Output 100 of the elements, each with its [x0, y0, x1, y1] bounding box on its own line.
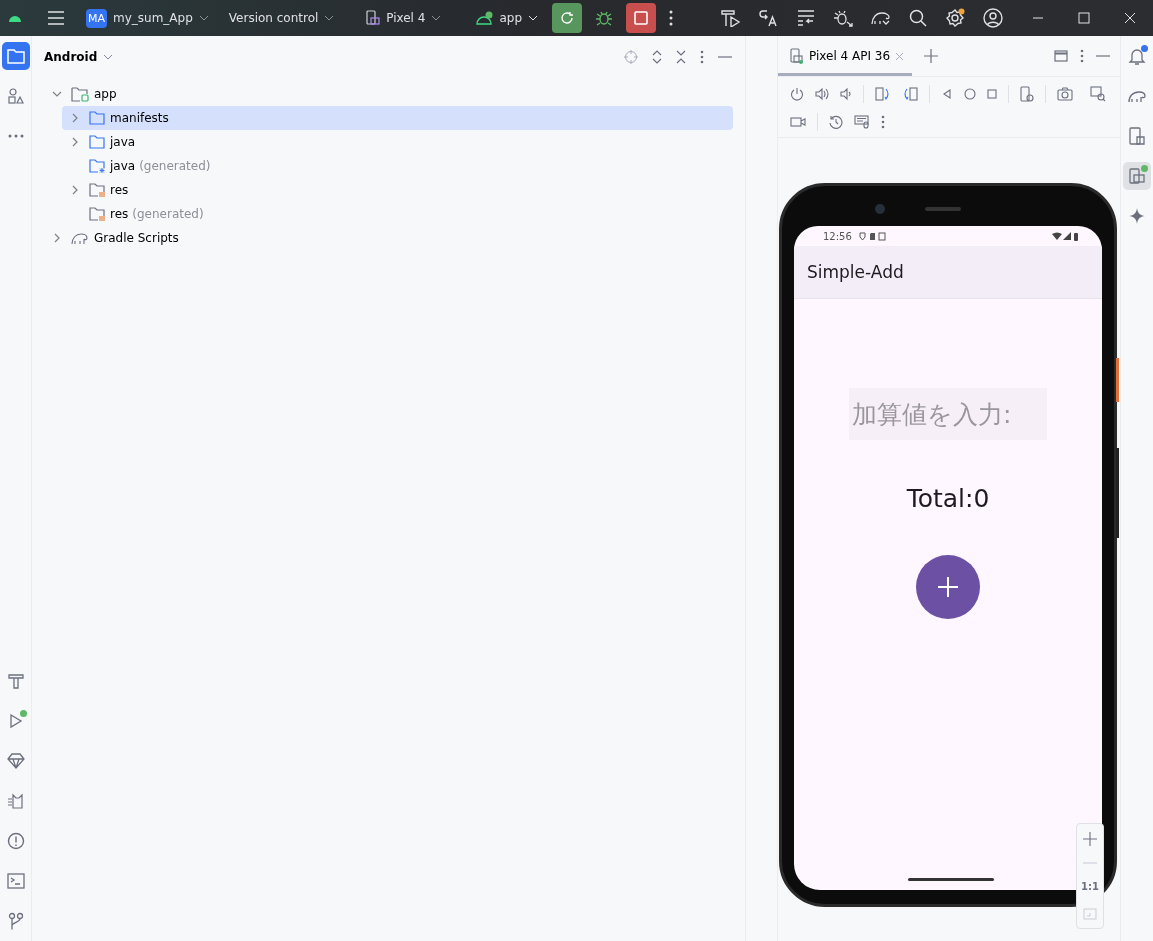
tree-item-label: app	[94, 87, 117, 101]
arrow-letter-icon[interactable]	[759, 9, 779, 27]
back-icon[interactable]	[941, 88, 953, 100]
folder-icon	[89, 135, 105, 149]
terminal-icon	[6, 873, 25, 889]
shapes-icon	[7, 88, 24, 104]
search-icon[interactable]	[909, 9, 927, 27]
device-name: Pixel 4	[386, 11, 426, 25]
add-icon[interactable]	[924, 49, 938, 63]
refresh-icon	[560, 11, 574, 25]
collapse-icon[interactable]	[676, 50, 686, 64]
cat-icon	[6, 793, 25, 809]
window-icon[interactable]	[1054, 50, 1068, 62]
total-label: Total:0	[906, 484, 990, 513]
chevron-down-icon[interactable]	[52, 89, 62, 99]
tree-item-label: manifests	[110, 111, 169, 125]
play-icon	[7, 713, 24, 729]
menu-icon[interactable]	[47, 11, 65, 25]
tree-item[interactable]: Gradle Scripts	[44, 226, 733, 250]
status-time: 12:56	[823, 230, 852, 242]
zoom-screen-icon[interactable]	[1090, 86, 1106, 102]
stop-icon	[634, 11, 648, 25]
bug-arrow-icon[interactable]	[833, 9, 853, 27]
chevron-down-icon	[198, 15, 209, 21]
tool-window-button[interactable]	[1123, 162, 1151, 190]
expand-icon[interactable]	[652, 50, 662, 64]
more-icon	[7, 134, 24, 138]
device-tab-label: Pixel 4 API 36	[809, 49, 891, 63]
view-name: Android	[44, 50, 98, 64]
android-logo-icon	[8, 14, 22, 22]
chevron-right-icon[interactable]	[52, 233, 62, 243]
tree-item[interactable]: res (generated)	[62, 202, 733, 226]
tool-window-button[interactable]	[1, 42, 30, 70]
warning-icon	[6, 832, 25, 850]
history-icon[interactable]	[829, 115, 843, 129]
power-icon[interactable]	[790, 87, 804, 101]
sparkle-icon	[1129, 208, 1145, 224]
camera-icon[interactable]	[1057, 87, 1073, 101]
tree-item[interactable]: res	[62, 178, 733, 202]
rerun-button[interactable]	[552, 3, 582, 33]
tree-item-label: java	[110, 135, 136, 149]
chevron-right-icon[interactable]	[70, 137, 80, 147]
rotate-right-icon[interactable]	[902, 87, 918, 101]
camera-lens-icon	[875, 204, 885, 214]
tree-item-label: res	[110, 207, 129, 221]
bell-icon	[1128, 47, 1146, 65]
phone-settings-icon[interactable]	[1020, 86, 1034, 102]
volume-up-icon[interactable]	[815, 87, 829, 101]
device-tab[interactable]: Pixel 4 API 36	[778, 36, 912, 76]
devices-icon	[1129, 168, 1145, 184]
phone-icon	[366, 10, 381, 26]
devices-icon	[790, 48, 804, 64]
folder-icon	[6, 48, 25, 64]
chevron-down-icon	[528, 15, 538, 21]
module-folder-icon	[71, 86, 89, 102]
chevron-right-icon[interactable]	[70, 113, 80, 123]
bug-icon[interactable]	[595, 9, 613, 27]
actual-size-button[interactable]: 1:1	[1081, 880, 1099, 892]
account-icon[interactable]	[983, 8, 1003, 28]
folder-icon	[89, 111, 105, 125]
phone-icon	[1129, 127, 1145, 145]
volume-down-icon[interactable]	[840, 87, 852, 101]
settings-icon[interactable]	[945, 8, 965, 28]
tree-item-hint: (generated)	[132, 207, 204, 221]
hammer-icon	[7, 673, 24, 689]
status-icons-drawing	[857, 231, 886, 241]
view-selector[interactable]: Android	[44, 50, 114, 64]
project-selector[interactable]: MA my_sum_App	[86, 8, 209, 28]
tree-item-hint: (generated)	[139, 159, 211, 173]
overview-icon[interactable]	[987, 89, 997, 99]
chevron-down-icon	[431, 15, 442, 21]
chevron-down-icon	[324, 15, 335, 21]
project-badge: MA	[86, 8, 107, 28]
stop-button[interactable]	[626, 3, 656, 33]
more-icon[interactable]	[669, 10, 673, 26]
tree-item-label: java	[110, 159, 136, 173]
rotate-left-icon[interactable]	[875, 87, 891, 101]
chevron-right-icon[interactable]	[70, 185, 80, 195]
tree-item-label: res	[110, 183, 129, 197]
generated-folder-icon	[89, 159, 105, 173]
input-field[interactable]: 加算値を入力:	[849, 388, 1047, 440]
hammer-play-icon[interactable]	[721, 9, 741, 27]
tree-item[interactable]: java (generated)	[62, 154, 733, 178]
run-configuration-selector[interactable]: app	[475, 11, 538, 25]
tree-item[interactable]: app	[44, 82, 733, 106]
resource-folder-icon	[89, 183, 105, 197]
list-arrow-icon[interactable]	[797, 9, 815, 27]
run-configuration-name: app	[499, 11, 522, 25]
video-camera-icon[interactable]	[790, 116, 806, 128]
signal-battery-icon	[1052, 231, 1080, 241]
home-icon[interactable]	[964, 88, 976, 100]
project-name: my_sum_App	[113, 11, 193, 25]
keyboard-mouse-icon[interactable]	[854, 115, 870, 129]
tree-item-label: Gradle Scripts	[94, 231, 179, 245]
diamond-icon	[6, 753, 25, 769]
plus-icon	[937, 576, 959, 598]
device-selector[interactable]: Pixel 4	[366, 10, 442, 26]
tree-item[interactable]: manifests	[62, 106, 733, 130]
tree-item[interactable]: java	[62, 130, 733, 154]
maximize-icon[interactable]	[1078, 12, 1090, 24]
